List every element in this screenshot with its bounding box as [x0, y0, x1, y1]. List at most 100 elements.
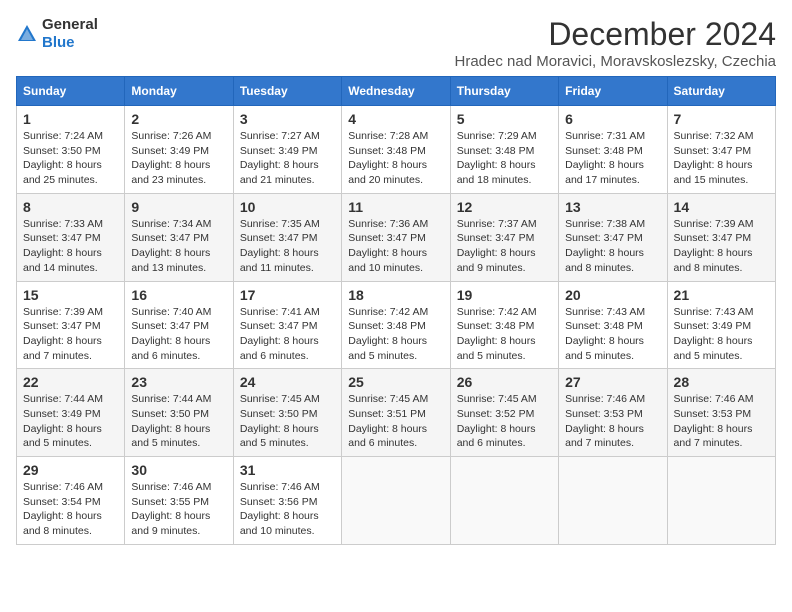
- cell-info: Sunset: 3:53 PM: [674, 407, 769, 422]
- calendar-header-row: SundayMondayTuesdayWednesdayThursdayFrid…: [17, 77, 776, 106]
- calendar-cell: 29Sunrise: 7:46 AMSunset: 3:54 PMDayligh…: [17, 457, 125, 545]
- cell-info: Daylight: 8 hours: [240, 422, 335, 437]
- cell-info: Sunrise: 7:39 AM: [23, 305, 118, 320]
- cell-info: and 6 minutes.: [348, 436, 443, 451]
- calendar-cell: 20Sunrise: 7:43 AMSunset: 3:48 PMDayligh…: [559, 281, 667, 369]
- calendar-cell: 7Sunrise: 7:32 AMSunset: 3:47 PMDaylight…: [667, 106, 775, 194]
- cell-info: Sunset: 3:50 PM: [23, 144, 118, 159]
- cell-info: Daylight: 8 hours: [457, 334, 552, 349]
- logo-general: General: [42, 16, 98, 33]
- week-row-4: 22Sunrise: 7:44 AMSunset: 3:49 PMDayligh…: [17, 369, 776, 457]
- cell-info: Daylight: 8 hours: [23, 509, 118, 524]
- subtitle: Hradec nad Moravici, Moravskoslezsky, Cz…: [455, 53, 777, 70]
- day-number: 18: [348, 287, 443, 303]
- cell-info: and 6 minutes.: [240, 349, 335, 364]
- cell-info: and 11 minutes.: [240, 261, 335, 276]
- header-sunday: Sunday: [17, 77, 125, 106]
- cell-info: Sunrise: 7:33 AM: [23, 217, 118, 232]
- header-thursday: Thursday: [450, 77, 558, 106]
- calendar-cell: 2Sunrise: 7:26 AMSunset: 3:49 PMDaylight…: [125, 106, 233, 194]
- cell-info: Daylight: 8 hours: [240, 246, 335, 261]
- page-header: General Blue December 2024 Hradec nad Mo…: [16, 16, 776, 70]
- cell-info: and 5 minutes.: [240, 436, 335, 451]
- cell-info: Sunset: 3:48 PM: [348, 144, 443, 159]
- cell-info: and 7 minutes.: [674, 436, 769, 451]
- cell-info: Sunset: 3:47 PM: [240, 231, 335, 246]
- day-number: 30: [131, 462, 226, 478]
- cell-info: and 10 minutes.: [348, 261, 443, 276]
- cell-info: Daylight: 8 hours: [674, 334, 769, 349]
- day-number: 19: [457, 287, 552, 303]
- calendar-cell: 26Sunrise: 7:45 AMSunset: 3:52 PMDayligh…: [450, 369, 558, 457]
- day-number: 7: [674, 111, 769, 127]
- cell-info: Sunrise: 7:26 AM: [131, 129, 226, 144]
- cell-info: Sunrise: 7:24 AM: [23, 129, 118, 144]
- cell-info: Sunset: 3:48 PM: [348, 319, 443, 334]
- day-number: 4: [348, 111, 443, 127]
- calendar-cell: 21Sunrise: 7:43 AMSunset: 3:49 PMDayligh…: [667, 281, 775, 369]
- cell-info: Sunrise: 7:27 AM: [240, 129, 335, 144]
- cell-info: Daylight: 8 hours: [240, 509, 335, 524]
- header-monday: Monday: [125, 77, 233, 106]
- cell-info: and 5 minutes.: [457, 349, 552, 364]
- cell-info: and 5 minutes.: [348, 349, 443, 364]
- cell-info: Daylight: 8 hours: [131, 509, 226, 524]
- cell-info: Daylight: 8 hours: [23, 246, 118, 261]
- cell-info: Sunset: 3:47 PM: [674, 231, 769, 246]
- calendar-cell: 6Sunrise: 7:31 AMSunset: 3:48 PMDaylight…: [559, 106, 667, 194]
- cell-info: Sunset: 3:51 PM: [348, 407, 443, 422]
- cell-info: and 7 minutes.: [23, 349, 118, 364]
- calendar-cell: 4Sunrise: 7:28 AMSunset: 3:48 PMDaylight…: [342, 106, 450, 194]
- cell-info: Sunset: 3:47 PM: [131, 319, 226, 334]
- cell-info: Sunrise: 7:31 AM: [565, 129, 660, 144]
- cell-info: and 21 minutes.: [240, 173, 335, 188]
- day-number: 1: [23, 111, 118, 127]
- calendar-cell: 13Sunrise: 7:38 AMSunset: 3:47 PMDayligh…: [559, 193, 667, 281]
- week-row-2: 8Sunrise: 7:33 AMSunset: 3:47 PMDaylight…: [17, 193, 776, 281]
- cell-info: and 13 minutes.: [131, 261, 226, 276]
- cell-info: Daylight: 8 hours: [674, 158, 769, 173]
- calendar-cell: 19Sunrise: 7:42 AMSunset: 3:48 PMDayligh…: [450, 281, 558, 369]
- week-row-5: 29Sunrise: 7:46 AMSunset: 3:54 PMDayligh…: [17, 457, 776, 545]
- cell-info: and 25 minutes.: [23, 173, 118, 188]
- cell-info: Daylight: 8 hours: [565, 422, 660, 437]
- cell-info: Daylight: 8 hours: [674, 246, 769, 261]
- cell-info: Sunrise: 7:44 AM: [23, 392, 118, 407]
- day-number: 14: [674, 199, 769, 215]
- cell-info: and 9 minutes.: [131, 524, 226, 539]
- cell-info: Daylight: 8 hours: [674, 422, 769, 437]
- cell-info: and 7 minutes.: [565, 436, 660, 451]
- cell-info: Sunset: 3:47 PM: [131, 231, 226, 246]
- cell-info: Sunrise: 7:43 AM: [565, 305, 660, 320]
- cell-info: Sunrise: 7:43 AM: [674, 305, 769, 320]
- calendar-cell: 8Sunrise: 7:33 AMSunset: 3:47 PMDaylight…: [17, 193, 125, 281]
- cell-info: Sunrise: 7:46 AM: [565, 392, 660, 407]
- cell-info: Sunrise: 7:46 AM: [674, 392, 769, 407]
- day-number: 20: [565, 287, 660, 303]
- week-row-1: 1 Sunrise: 7:24 AMSunset: 3:50 PM Daylight…: [17, 106, 776, 194]
- cell-info: and 5 minutes.: [565, 349, 660, 364]
- day-number: 2: [131, 111, 226, 127]
- cell-info: Sunset: 3:48 PM: [565, 319, 660, 334]
- cell-info: Sunrise: 7:45 AM: [457, 392, 552, 407]
- cell-info: Daylight: 8 hours: [131, 246, 226, 261]
- cell-info: Sunset: 3:53 PM: [565, 407, 660, 422]
- cell-info: Sunset: 3:49 PM: [23, 407, 118, 422]
- cell-info: Sunrise: 7:34 AM: [131, 217, 226, 232]
- cell-info: and 6 minutes.: [131, 349, 226, 364]
- cell-info: Daylight: 8 hours: [131, 422, 226, 437]
- cell-info: Daylight: 8 hours: [131, 158, 226, 173]
- cell-info: Sunrise: 7:35 AM: [240, 217, 335, 232]
- day-number: 5: [457, 111, 552, 127]
- calendar-cell: 16Sunrise: 7:40 AMSunset: 3:47 PMDayligh…: [125, 281, 233, 369]
- cell-info: Daylight: 8 hours: [23, 422, 118, 437]
- cell-info: Daylight: 8 hours: [565, 246, 660, 261]
- header-saturday: Saturday: [667, 77, 775, 106]
- cell-info: Sunrise: 7:46 AM: [131, 480, 226, 495]
- day-number: 25: [348, 374, 443, 390]
- calendar-cell: 17Sunrise: 7:41 AMSunset: 3:47 PMDayligh…: [233, 281, 341, 369]
- header-friday: Friday: [559, 77, 667, 106]
- calendar-cell: 14Sunrise: 7:39 AMSunset: 3:47 PMDayligh…: [667, 193, 775, 281]
- calendar-table: SundayMondayTuesdayWednesdayThursdayFrid…: [16, 76, 776, 545]
- week-row-3: 15Sunrise: 7:39 AMSunset: 3:47 PMDayligh…: [17, 281, 776, 369]
